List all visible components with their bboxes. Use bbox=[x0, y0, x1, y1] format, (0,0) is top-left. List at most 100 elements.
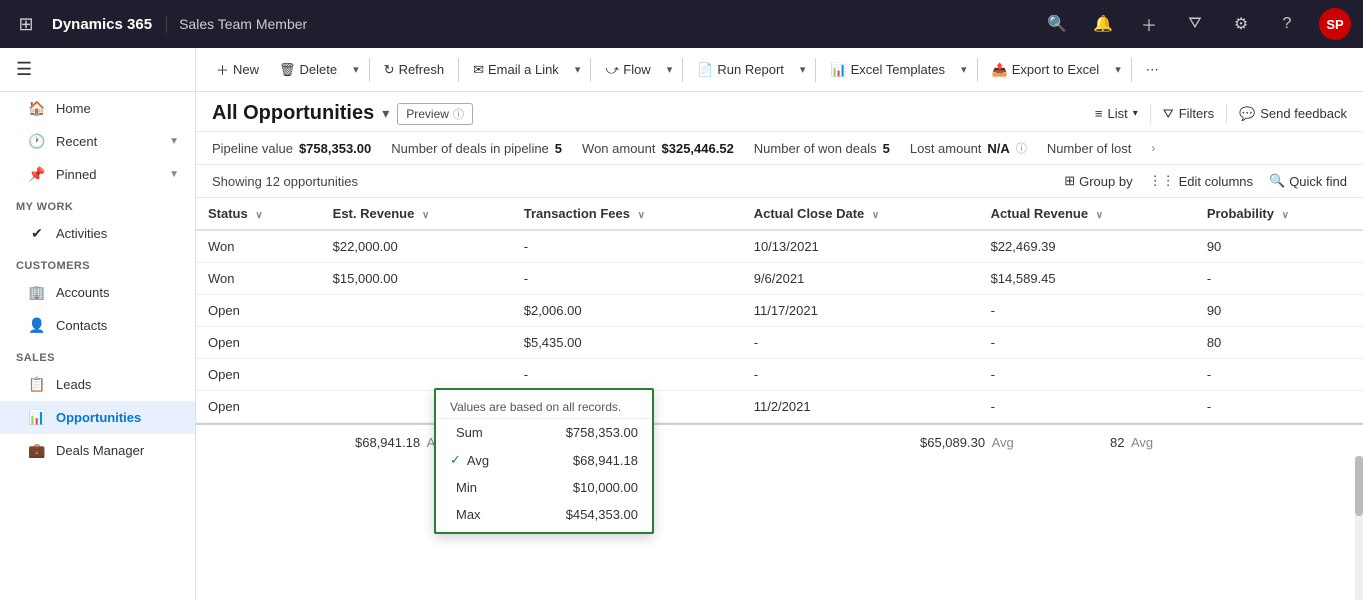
divider-7 bbox=[1131, 58, 1132, 82]
leads-icon: 📋 bbox=[28, 376, 46, 393]
table-cell bbox=[321, 327, 512, 359]
group-by-button[interactable]: ⊞ Group by bbox=[1064, 173, 1132, 189]
table-row[interactable]: Open---- bbox=[196, 359, 1363, 391]
group-by-icon: ⊞ bbox=[1064, 173, 1075, 189]
col-status[interactable]: Status ∨ bbox=[196, 198, 321, 230]
col-tx-fees[interactable]: Transaction Fees ∨ bbox=[512, 198, 742, 230]
preview-badge[interactable]: Preview ⓘ bbox=[397, 103, 473, 125]
new-button[interactable]: ＋ New bbox=[208, 56, 267, 83]
sidebar-item-pinned[interactable]: 📌 Pinned ▼ bbox=[0, 158, 195, 191]
col-actual-revenue[interactable]: Actual Revenue ∨ bbox=[979, 198, 1195, 230]
section-my-work: My Work bbox=[0, 191, 195, 217]
export-excel-button[interactable]: 📤 Export to Excel bbox=[984, 58, 1108, 82]
footer-status bbox=[208, 439, 343, 447]
table-row[interactable]: Won$15,000.00-9/6/2021$14,589.45- bbox=[196, 263, 1363, 295]
info-icon: ⓘ bbox=[453, 106, 464, 122]
col-probability[interactable]: Probability ∨ bbox=[1195, 198, 1363, 230]
col-tx-fees-label: Transaction Fees bbox=[524, 206, 630, 221]
table-footer: $68,941.18 Avg $4,132.50 Avg $65,089.30 … bbox=[196, 423, 1363, 460]
notification-icon[interactable]: 🔔 bbox=[1089, 10, 1117, 38]
excel-templates-chevron[interactable]: ▾ bbox=[957, 59, 971, 80]
divider-1 bbox=[369, 58, 370, 82]
popup-aggregate-item[interactable]: Max $454,353.00 bbox=[436, 501, 652, 528]
sidebar-item-contacts[interactable]: 👤 Contacts bbox=[0, 309, 195, 342]
refresh-button[interactable]: ↻ Refresh bbox=[376, 58, 452, 82]
won-amount-label: Won amount bbox=[582, 141, 655, 156]
sort-tx-fees-icon: ∨ bbox=[638, 210, 645, 221]
brand-name: Dynamics 365 bbox=[52, 16, 152, 33]
page-title-chevron[interactable]: ▾ bbox=[382, 105, 389, 122]
avatar[interactable]: SP bbox=[1319, 8, 1351, 40]
popup-aggregate-item[interactable]: Min $10,000.00 bbox=[436, 474, 652, 501]
run-report-button[interactable]: 📄 Run Report bbox=[689, 58, 792, 82]
sidebar-item-deals-manager[interactable]: 💼 Deals Manager bbox=[0, 434, 195, 467]
sidebar-item-recent[interactable]: 🕐 Recent ▼ bbox=[0, 125, 195, 158]
excel-templates-button[interactable]: 📊 Excel Templates bbox=[822, 58, 953, 82]
sidebar-label-home: Home bbox=[56, 101, 91, 116]
chevron-down-icon-2: ▼ bbox=[169, 169, 179, 180]
table-cell: - bbox=[1195, 359, 1363, 391]
add-new-icon: ＋ bbox=[216, 60, 229, 79]
page-title-area: All Opportunities ▾ Preview ⓘ bbox=[212, 102, 473, 125]
quick-find-icon: 🔍 bbox=[1269, 173, 1285, 189]
footer-probability: 82 Avg bbox=[1098, 431, 1165, 454]
chat-icon: 💬 bbox=[1239, 106, 1255, 122]
report-icon: 📄 bbox=[697, 62, 713, 78]
sidebar-item-opportunities[interactable]: 📊 Opportunities bbox=[0, 401, 195, 434]
lost-amount-value: N/A bbox=[987, 141, 1009, 156]
popup-item-label: Max bbox=[456, 507, 481, 522]
main-content: ＋ New 🗑 Delete ▾ ↻ Refresh ✉ Email a Lin… bbox=[196, 48, 1363, 600]
deals-icon: 💼 bbox=[28, 442, 46, 459]
sidebar-item-activities[interactable]: ✔ Activities bbox=[0, 217, 195, 250]
flow-button[interactable]: ⤻ Flow bbox=[597, 58, 658, 82]
settings-icon[interactable]: ⚙ bbox=[1227, 10, 1255, 38]
sidebar-item-leads[interactable]: 📋 Leads bbox=[0, 368, 195, 401]
page-header: All Opportunities ▾ Preview ⓘ ≡ List ▾ ⛛… bbox=[196, 92, 1363, 132]
col-est-revenue-label: Est. Revenue bbox=[333, 206, 415, 221]
email-chevron[interactable]: ▾ bbox=[571, 59, 585, 80]
send-feedback-button[interactable]: 💬 Send feedback bbox=[1239, 106, 1347, 122]
edit-columns-button[interactable]: ⋮⋮ Edit columns bbox=[1149, 173, 1253, 189]
col-close-date[interactable]: Actual Close Date ∨ bbox=[742, 198, 979, 230]
scrollbar-thumb[interactable] bbox=[1355, 456, 1363, 516]
divider-2 bbox=[458, 58, 459, 82]
vertical-scrollbar[interactable] bbox=[1355, 456, 1363, 600]
stats-next-icon[interactable]: › bbox=[1151, 141, 1155, 155]
col-est-revenue[interactable]: Est. Revenue ∨ bbox=[321, 198, 512, 230]
popup-aggregate-item[interactable]: Sum $758,353.00 bbox=[436, 419, 652, 446]
filters-button[interactable]: ⛛ Filters bbox=[1163, 106, 1214, 122]
footer-close-date bbox=[718, 439, 908, 447]
help-icon[interactable]: ? bbox=[1273, 10, 1301, 38]
table-row[interactable]: Open$2,006.0011/17/2021-90 bbox=[196, 295, 1363, 327]
table-row[interactable]: Open$5,435.00--80 bbox=[196, 327, 1363, 359]
table-scroll[interactable]: Status ∨ Est. Revenue ∨ Transaction Fees… bbox=[196, 198, 1363, 600]
delete-button[interactable]: 🗑 Delete bbox=[271, 58, 345, 82]
stat-won-deals: Number of won deals 5 bbox=[754, 141, 890, 156]
section-sales: Sales bbox=[0, 342, 195, 368]
quick-find-button[interactable]: 🔍 Quick find bbox=[1269, 173, 1347, 189]
table-cell: 80 bbox=[1195, 327, 1363, 359]
list-view-button[interactable]: ≡ List ▾ bbox=[1095, 106, 1138, 121]
table-cell: 11/17/2021 bbox=[742, 295, 979, 327]
aggregate-dropdown: Values are based on all records. Sum $75… bbox=[434, 388, 654, 534]
delete-chevron[interactable]: ▾ bbox=[349, 59, 363, 80]
email-link-button[interactable]: ✉ Email a Link bbox=[465, 58, 567, 82]
stat-lost-label: Number of lost bbox=[1047, 141, 1132, 156]
table-row[interactable]: Open-11/2/2021-- bbox=[196, 391, 1363, 423]
popup-aggregate-item[interactable]: ✓ Avg $68,941.18 bbox=[436, 446, 652, 474]
sidebar-item-accounts[interactable]: 🏢 Accounts bbox=[0, 276, 195, 309]
search-icon[interactable]: 🔍 bbox=[1043, 10, 1071, 38]
filter-icon[interactable]: ⛛ bbox=[1181, 10, 1209, 38]
flow-chevron[interactable]: ▾ bbox=[663, 59, 677, 80]
add-icon[interactable]: ＋ bbox=[1135, 10, 1163, 38]
table-row[interactable]: Won$22,000.00-10/13/2021$22,469.3990 bbox=[196, 230, 1363, 263]
table-cell: - bbox=[1195, 263, 1363, 295]
layout: ☰ 🏠 Home 🕐 Recent ▼ 📌 Pinned ▼ My Work ✔ bbox=[0, 48, 1363, 600]
grid-icon[interactable]: ⊞ bbox=[12, 10, 40, 38]
report-chevron[interactable]: ▾ bbox=[796, 59, 810, 80]
sidebar: ☰ 🏠 Home 🕐 Recent ▼ 📌 Pinned ▼ My Work ✔ bbox=[0, 48, 196, 600]
export-chevron[interactable]: ▾ bbox=[1111, 59, 1125, 80]
sidebar-toggle[interactable]: ☰ bbox=[0, 48, 195, 92]
sidebar-item-home[interactable]: 🏠 Home bbox=[0, 92, 195, 125]
more-options-button[interactable]: ⋯ bbox=[1138, 58, 1167, 82]
